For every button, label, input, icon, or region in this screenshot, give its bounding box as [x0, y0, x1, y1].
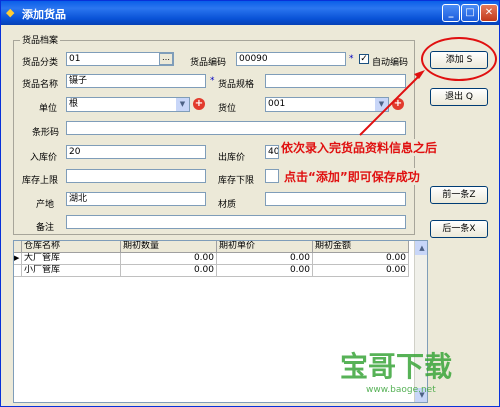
watermark-url: www.baoge.net	[366, 385, 436, 395]
location-select[interactable]: 001 ▼	[265, 97, 389, 112]
current-row-icon: ▶	[14, 253, 22, 265]
qty-cell[interactable]: 0.00	[121, 265, 217, 277]
origin-label: 产地	[36, 200, 55, 210]
add-unit-icon[interactable]: +	[193, 98, 205, 110]
remark-field[interactable]	[66, 215, 406, 229]
out-price-label: 出库价	[218, 153, 246, 163]
warehouse-name-cell[interactable]: 小厂管库	[22, 265, 121, 277]
stock-lower-field[interactable]	[265, 169, 279, 183]
unit-label: 单位	[39, 104, 58, 114]
grid-header: 仓库名称 期初数量 期初单价 期初金额	[14, 241, 409, 253]
next-record-button[interactable]: 后一条X	[430, 220, 488, 238]
minimize-button[interactable]: _	[442, 4, 460, 22]
category-browse-button[interactable]: …	[159, 53, 173, 65]
auto-code-checkbox[interactable]: ✓	[359, 54, 369, 64]
annotation-line-1: 依次录入完货品资料信息之后	[279, 139, 440, 156]
add-location-icon[interactable]: +	[392, 98, 404, 110]
code-field[interactable]: 00090	[236, 52, 346, 66]
required-star: *	[349, 54, 354, 64]
auto-code-label: 自动编码	[372, 58, 409, 68]
material-label: 材质	[218, 200, 237, 210]
stock-lower-label: 库存下限	[218, 176, 255, 186]
location-label: 货位	[218, 104, 237, 114]
stock-upper-field[interactable]	[66, 169, 206, 183]
row-indicator	[14, 265, 22, 277]
app-icon: ◆	[6, 6, 15, 19]
chevron-down-icon[interactable]: ▼	[375, 98, 388, 111]
code-label: 货品编码	[190, 58, 227, 68]
group-title: 货品档案	[20, 33, 61, 46]
annotation-line-2: 点击“添加”即可保存成功	[282, 168, 422, 185]
prev-record-button[interactable]: 前一条Z	[430, 186, 488, 204]
highlight-circle	[421, 37, 497, 81]
name-field[interactable]: 镊子	[66, 74, 206, 88]
column-header[interactable]: 期初单价	[217, 241, 313, 253]
material-field[interactable]	[265, 192, 406, 206]
barcode-label: 条形码	[32, 128, 60, 138]
row-indicator-header	[14, 241, 22, 253]
unit-value: 根	[69, 99, 79, 109]
window-title: 添加货品	[22, 8, 66, 21]
title-bar[interactable]: ◆ 添加货品 _ □ ✕	[1, 1, 499, 25]
close-button[interactable]: ✕	[480, 4, 498, 22]
name-label: 货品名称	[22, 80, 59, 90]
spec-label: 货品规格	[218, 80, 255, 90]
price-cell[interactable]: 0.00	[217, 253, 313, 265]
in-price-label: 入库价	[30, 153, 58, 163]
qty-cell[interactable]: 0.00	[121, 253, 217, 265]
column-header[interactable]: 仓库名称	[22, 241, 121, 253]
column-header[interactable]: 期初数量	[121, 241, 217, 253]
column-header[interactable]: 期初金额	[313, 241, 409, 253]
unit-select[interactable]: 根 ▼	[66, 97, 190, 112]
stock-upper-label: 库存上限	[22, 176, 59, 186]
category-label: 货品分类	[22, 58, 59, 68]
category-field[interactable]: 01	[66, 52, 174, 66]
barcode-field[interactable]	[66, 121, 406, 135]
location-value: 001	[268, 99, 286, 109]
exit-button[interactable]: 退出 Q	[430, 88, 488, 106]
spec-field[interactable]	[265, 74, 406, 88]
price-cell[interactable]: 0.00	[217, 265, 313, 277]
watermark-text: 宝哥下载	[340, 350, 453, 383]
table-row[interactable]: ▶ 大厂管库 0.00 0.00 0.00	[14, 253, 409, 265]
out-price-field[interactable]: 40	[265, 145, 279, 159]
required-star: *	[210, 76, 215, 86]
remark-label: 备注	[36, 223, 55, 233]
amount-cell[interactable]: 0.00	[313, 253, 409, 265]
chevron-down-icon[interactable]: ▼	[176, 98, 189, 111]
warehouse-name-cell[interactable]: 大厂管库	[22, 253, 121, 265]
in-price-field[interactable]: 20	[66, 145, 206, 159]
amount-cell[interactable]: 0.00	[313, 265, 409, 277]
scroll-up-icon[interactable]: ▲	[415, 241, 427, 255]
origin-field[interactable]: 湖北	[66, 192, 206, 206]
maximize-button[interactable]: □	[461, 4, 479, 22]
table-row[interactable]: 小厂管库 0.00 0.00 0.00	[14, 265, 409, 277]
